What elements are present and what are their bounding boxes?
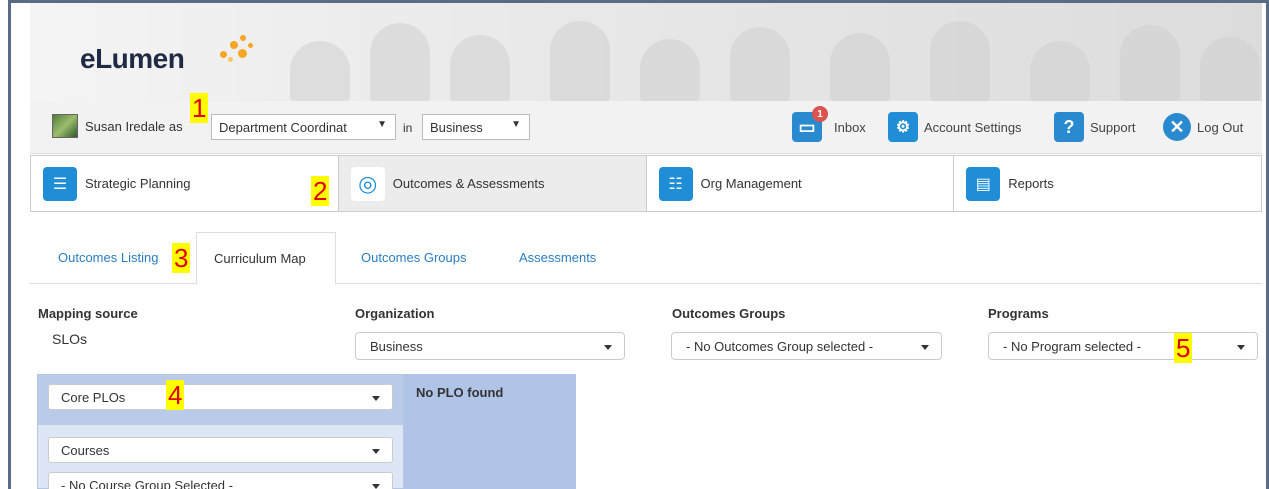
- user-name: Susan Iredale: [85, 119, 166, 134]
- caret-down-icon: [921, 345, 929, 350]
- marker-1: 1: [190, 93, 209, 123]
- caret-down-icon: [372, 396, 380, 401]
- target-icon: ◎: [350, 166, 385, 201]
- course-group-select[interactable]: - No Course Group Selected -: [48, 472, 393, 489]
- mapping-source-value: SLOs: [52, 331, 88, 347]
- tab-curriculum-map[interactable]: Curriculum Map: [196, 232, 336, 285]
- course-group-select-value: - No Course Group Selected -: [61, 478, 233, 489]
- marker-3: 3: [172, 243, 191, 273]
- mapping-left-panel: Core PLOs Courses - No Course Group Sele…: [37, 374, 404, 489]
- organization-select[interactable]: Business: [355, 332, 625, 360]
- inbox-icon: ▭ 1: [792, 106, 828, 142]
- org-value: Business: [430, 120, 483, 135]
- caret-down-icon: [372, 484, 380, 489]
- org-people-icon: ☷: [658, 166, 693, 201]
- programs-label: Programs: [988, 306, 1049, 321]
- inbox-badge: 1: [812, 106, 828, 122]
- avatar: [52, 114, 78, 138]
- inbox-label: Inbox: [834, 119, 866, 135]
- module-tabs: ☰ Strategic Planning ◎ Outcomes & Assess…: [30, 155, 1262, 212]
- no-plo-message: No PLO found: [416, 385, 504, 400]
- outcomes-groups-label: Outcomes Groups: [672, 306, 786, 321]
- account-settings-label: Account Settings: [924, 119, 1022, 135]
- caret-down-icon: [604, 345, 612, 350]
- organization-value: Business: [370, 339, 423, 354]
- caret-down-icon: [372, 449, 380, 454]
- logo-dots-icon: [216, 33, 256, 69]
- close-icon: ✕: [1163, 113, 1191, 141]
- elumen-logo: eLumen: [80, 43, 185, 74]
- strategic-planning-icon: ☰: [43, 166, 77, 201]
- marker-4: 4: [166, 380, 185, 410]
- logout-button[interactable]: ✕ Log Out: [1163, 111, 1243, 143]
- outcomes-groups-select[interactable]: - No Outcomes Group selected -: [671, 332, 942, 360]
- programs-select[interactable]: - No Program selected -: [988, 332, 1258, 360]
- mapping-source-label: Mapping source: [38, 306, 138, 321]
- module-org-management[interactable]: ☷ Org Management: [646, 156, 955, 211]
- courses-select[interactable]: Courses: [48, 437, 393, 463]
- module-label: Outcomes & Assessments: [392, 176, 545, 191]
- mapping-right-panel: No PLO found: [404, 374, 576, 489]
- question-icon: ?: [1054, 112, 1084, 142]
- courses-select-value: Courses: [61, 443, 110, 458]
- support-label: Support: [1090, 119, 1136, 135]
- role-select[interactable]: Department Coordinat ▼: [211, 114, 396, 140]
- logout-label: Log Out: [1197, 119, 1244, 135]
- sub-tabs: Outcomes Listing Curriculum Map Outcomes…: [30, 232, 1262, 285]
- support-button[interactable]: ? Support: [1054, 111, 1136, 143]
- module-strategic-planning[interactable]: ☰ Strategic Planning: [31, 156, 339, 211]
- tab-outcomes-groups[interactable]: Outcomes Groups: [361, 232, 467, 284]
- org-select[interactable]: Business ▼: [422, 114, 530, 140]
- role-value: Department Coordinat: [219, 120, 347, 135]
- outcomes-groups-value: - No Outcomes Group selected -: [686, 339, 874, 354]
- marker-5: 5: [1174, 333, 1193, 363]
- user-bar: Susan Iredale as Department Coordinat ▼ …: [30, 101, 1262, 154]
- tab-assessments[interactable]: Assessments: [519, 232, 596, 284]
- module-label: Strategic Planning: [85, 176, 191, 191]
- marker-2: 2: [311, 176, 330, 206]
- plo-select-value: Core PLOs: [61, 390, 126, 405]
- tab-outcomes-listing[interactable]: Outcomes Listing: [58, 232, 158, 284]
- module-outcomes-assessments[interactable]: ◎ Outcomes & Assessments: [338, 156, 647, 211]
- gears-icon: ⚙: [888, 112, 918, 142]
- organization-label: Organization: [355, 306, 435, 321]
- account-settings-button[interactable]: ⚙ Account Settings: [888, 111, 1022, 143]
- in-label: in: [403, 121, 413, 135]
- reports-icon: ▤: [966, 166, 1001, 201]
- as-label: as: [168, 119, 183, 134]
- dropdown-arrow-icon: ▼: [511, 119, 521, 130]
- module-reports[interactable]: ▤ Reports: [954, 156, 1261, 211]
- dropdown-arrow-icon: ▼: [377, 119, 387, 130]
- module-label: Org Management: [700, 176, 802, 191]
- header-banner: eLumen: [30, 3, 1262, 101]
- plo-select[interactable]: Core PLOs: [48, 384, 393, 410]
- inbox-button[interactable]: ▭ 1 Inbox: [792, 106, 866, 143]
- caret-down-icon: [1237, 345, 1245, 350]
- module-label: Reports: [1008, 176, 1054, 191]
- programs-value: - No Program selected -: [1003, 339, 1141, 354]
